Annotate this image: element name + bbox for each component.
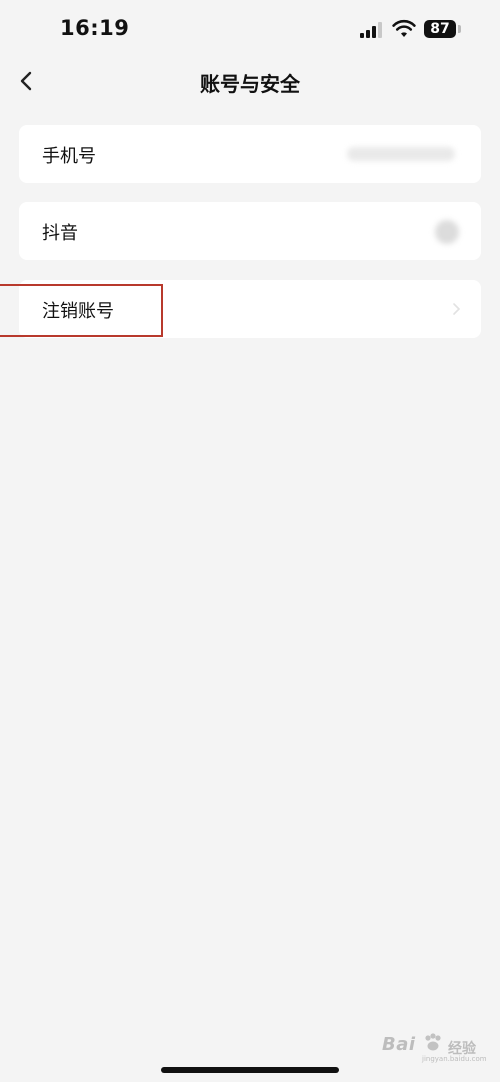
- battery-level: 87: [430, 21, 450, 37]
- paw-icon: [425, 1033, 441, 1051]
- status-time: 16:19: [60, 16, 130, 40]
- row-label: 手机号: [42, 146, 96, 167]
- row-label: 抖音: [42, 223, 78, 244]
- page-title: 账号与安全: [200, 72, 300, 96]
- phone-value-blurred: [347, 147, 455, 161]
- douyin-avatar-blurred: [435, 220, 459, 244]
- highlight-box: [0, 284, 163, 337]
- row-phone[interactable]: 手机号: [19, 125, 481, 183]
- status-bar: 16:19 87: [0, 0, 500, 60]
- signal-icon: [360, 22, 384, 38]
- home-indicator: [161, 1067, 339, 1073]
- watermark-brand: Bai: [382, 1034, 416, 1055]
- nav-bar: 账号与安全: [0, 58, 500, 102]
- watermark-url: jingyan.baidu.com: [422, 1055, 487, 1063]
- watermark: Bai 经验 jingyan.baidu.com: [382, 1030, 492, 1064]
- battery-cap: [458, 25, 461, 33]
- chevron-right-icon: [453, 303, 461, 315]
- wifi-icon: [392, 19, 416, 37]
- row-douyin[interactable]: 抖音: [19, 202, 481, 260]
- battery-icon: 87: [424, 20, 456, 38]
